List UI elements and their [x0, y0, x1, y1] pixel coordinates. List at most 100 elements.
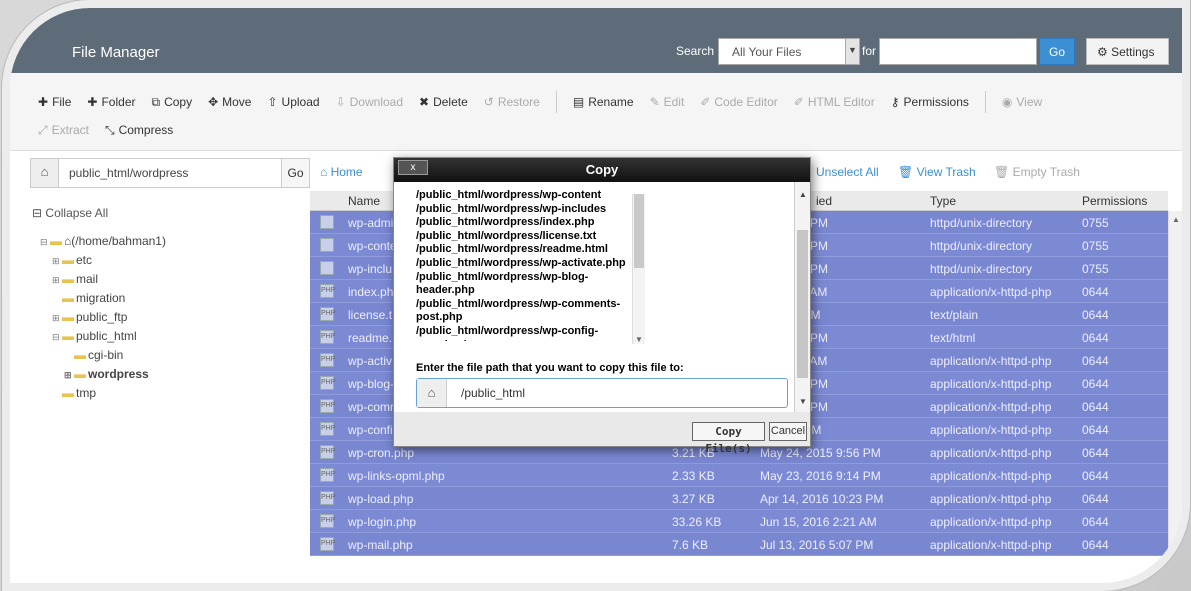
search-go-button[interactable]: Go	[1039, 38, 1075, 65]
scroll-thumb[interactable]	[634, 194, 644, 268]
settings-button[interactable]: ⚙ Settings	[1086, 38, 1169, 65]
tree-node[interactable]: ⊟ ▬ public_html	[40, 327, 166, 346]
close-button[interactable]: x	[398, 160, 428, 175]
folder-file-icon	[320, 261, 334, 275]
html-editor-button[interactable]: ✐ HTML Editor	[794, 95, 875, 113]
dialog-body: /public_html/wordpress/wp-content/public…	[394, 182, 794, 412]
search-input[interactable]	[879, 38, 1037, 65]
tree-node[interactable]: ▬ tmp	[40, 384, 166, 403]
file-button[interactable]: ✚ File	[38, 95, 71, 113]
tree-node[interactable]: ⊞ ▬ public_ftp	[40, 308, 166, 327]
code-editor-button[interactable]: ✐ Code Editor	[700, 95, 777, 113]
php-file-icon: PHP	[320, 422, 335, 436]
path-go-button[interactable]: Go	[281, 159, 309, 187]
toolbar-separator	[555, 91, 557, 113]
tree-node[interactable]: ⊞ ▬ wordpress	[40, 365, 166, 384]
selected-file-path: /public_html/wordpress/wp-includes	[416, 202, 607, 215]
tree-toggle-icon[interactable]: ⊞	[52, 271, 62, 290]
row-type: httpd/unix-directory	[930, 216, 1033, 230]
home-link[interactable]: ⌂ Home	[320, 165, 363, 179]
permissions-button[interactable]: ⚷ Permissions	[891, 95, 969, 113]
tree-toggle-icon[interactable]: ⊟	[40, 233, 50, 252]
upload-button[interactable]: ⇧ Upload	[267, 95, 319, 113]
html-file-icon: PHP	[320, 330, 335, 344]
app-title: File Manager	[72, 44, 160, 61]
row-type: application/x-httpd-php	[930, 446, 1052, 460]
selected-file-path: /public_html/wordpress/license.txt	[416, 229, 597, 242]
scroll-thumb[interactable]	[797, 230, 808, 378]
trash-icon: 🗑	[994, 165, 1010, 179]
row-type: application/x-httpd-php	[930, 538, 1052, 552]
x-icon: ✖	[419, 95, 430, 109]
edit-button[interactable]: ✎ Edit	[650, 95, 685, 113]
row-permissions: 0644	[1082, 285, 1109, 299]
column-name[interactable]: Name	[348, 194, 380, 208]
cancel-button[interactable]: Cancel	[769, 422, 807, 441]
file-list-scrollbar[interactable]: ▲	[1168, 211, 1182, 583]
download-button[interactable]: ⇩ Download	[336, 95, 403, 113]
compress-button[interactable]: ⤡ Compress	[105, 123, 173, 138]
view-trash-link[interactable]: 🗑 View Trash	[898, 165, 976, 179]
tree-toggle-icon[interactable]: ⊞	[52, 252, 62, 271]
search-scope-value: All Your Files	[732, 45, 802, 59]
selected-file-path: /public_html/wordpress/wp-content	[416, 189, 602, 201]
extract-button[interactable]: ⤢ Extract	[38, 123, 89, 138]
empty-trash-link[interactable]: 🗑 Empty Trash	[994, 165, 1080, 179]
table-row[interactable]: PHP wp-load.php 3.27 KB Apr 14, 2016 10:23 …	[310, 487, 1168, 510]
table-row[interactable]: PHP wp-login.php 33.26 KB Jun 15, 2016 2:21…	[310, 510, 1168, 533]
view-button[interactable]: ◉ View	[1002, 95, 1042, 113]
tree-node[interactable]: ▬ migration	[40, 289, 166, 308]
php-file-icon: PHP	[320, 537, 335, 551]
search-scope-select[interactable]: All Your Files ▼	[718, 38, 860, 65]
tree-toggle-icon[interactable]: ⊞	[64, 366, 74, 385]
tree-node[interactable]: ⊟ ▬ ⌂(/home/bahman1)	[40, 232, 166, 251]
path-input[interactable]: public_html/wordpress	[69, 166, 188, 180]
collapse-icon: ⊟	[32, 206, 43, 220]
unselect-all-link[interactable]: Unselect All	[816, 165, 879, 179]
tree-node[interactable]: ⊞ ▬ mail	[40, 270, 166, 289]
table-row[interactable]: PHP wp-mail.php 7.6 KB Jul 13, 2016 5:07 PM…	[310, 533, 1168, 556]
column-type[interactable]: Type	[930, 194, 956, 208]
edit-icon: ✐	[700, 95, 711, 109]
row-permissions: 0644	[1082, 538, 1109, 552]
column-permissions[interactable]: Permissions	[1082, 194, 1147, 208]
row-name: license.t	[348, 308, 393, 322]
row-permissions: 0644	[1082, 515, 1109, 529]
row-permissions: 0644	[1082, 331, 1109, 345]
copy-button[interactable]: ⧉ Copy	[151, 95, 192, 113]
folder-icon: ▬	[62, 291, 74, 305]
table-row[interactable]: PHP wp-links-opml.php 2.33 KB May 23, 2016 …	[310, 464, 1168, 487]
tree-node[interactable]: ▬ cgi-bin	[40, 346, 166, 365]
row-name: wp-inclu	[348, 262, 393, 276]
collapse-all-button[interactable]: ⊟ Collapse All	[32, 206, 108, 220]
dialog-scrollbar[interactable]: ▲ ▼	[794, 182, 810, 412]
row-modified: May 23, 2016 9:14 PM	[760, 469, 881, 483]
gear-icon: ⚙	[1097, 45, 1108, 59]
home-icon[interactable]: ⌂	[31, 159, 59, 187]
folder-button[interactable]: ✚ Folder	[87, 95, 135, 113]
destination-field[interactable]: ⌂ /public_html	[416, 378, 788, 408]
chevron-down-icon: ▼	[799, 397, 807, 406]
files-scrollbar[interactable]: ▼	[632, 194, 645, 344]
chevron-up-icon: ▲	[1172, 215, 1180, 224]
row-type: httpd/unix-directory	[930, 262, 1033, 276]
row-name: wp-activ	[348, 354, 393, 368]
restore-button[interactable]: ↺ Restore	[484, 95, 540, 113]
tree-node[interactable]: ⊞ ▬ etc	[40, 251, 166, 270]
folder-icon: ▬	[62, 310, 74, 324]
column-modified[interactable]: ied	[816, 194, 832, 208]
destination-input[interactable]: /public_html	[461, 386, 525, 400]
row-modified: Apr 14, 2016 10:23 PM	[760, 492, 884, 506]
row-name: wp-confi	[348, 423, 393, 437]
folder-file-icon	[320, 215, 334, 229]
tree-toggle-icon[interactable]: ⊞	[52, 309, 62, 328]
rename-button[interactable]: ▤ Rename	[573, 95, 634, 113]
delete-button[interactable]: ✖ Delete	[419, 95, 468, 113]
move-icon: ✥	[208, 95, 219, 109]
tree-toggle-icon[interactable]: ⊟	[52, 328, 62, 347]
copy-files-button[interactable]: Copy File(s)	[692, 422, 765, 455]
row-size: 3.27 KB	[672, 492, 715, 506]
php-file-icon: PHP	[320, 284, 335, 298]
move-button[interactable]: ✥ Move	[208, 95, 251, 113]
selected-file-path: /public_html/wordpress/wp-comments-post.…	[416, 297, 621, 324]
